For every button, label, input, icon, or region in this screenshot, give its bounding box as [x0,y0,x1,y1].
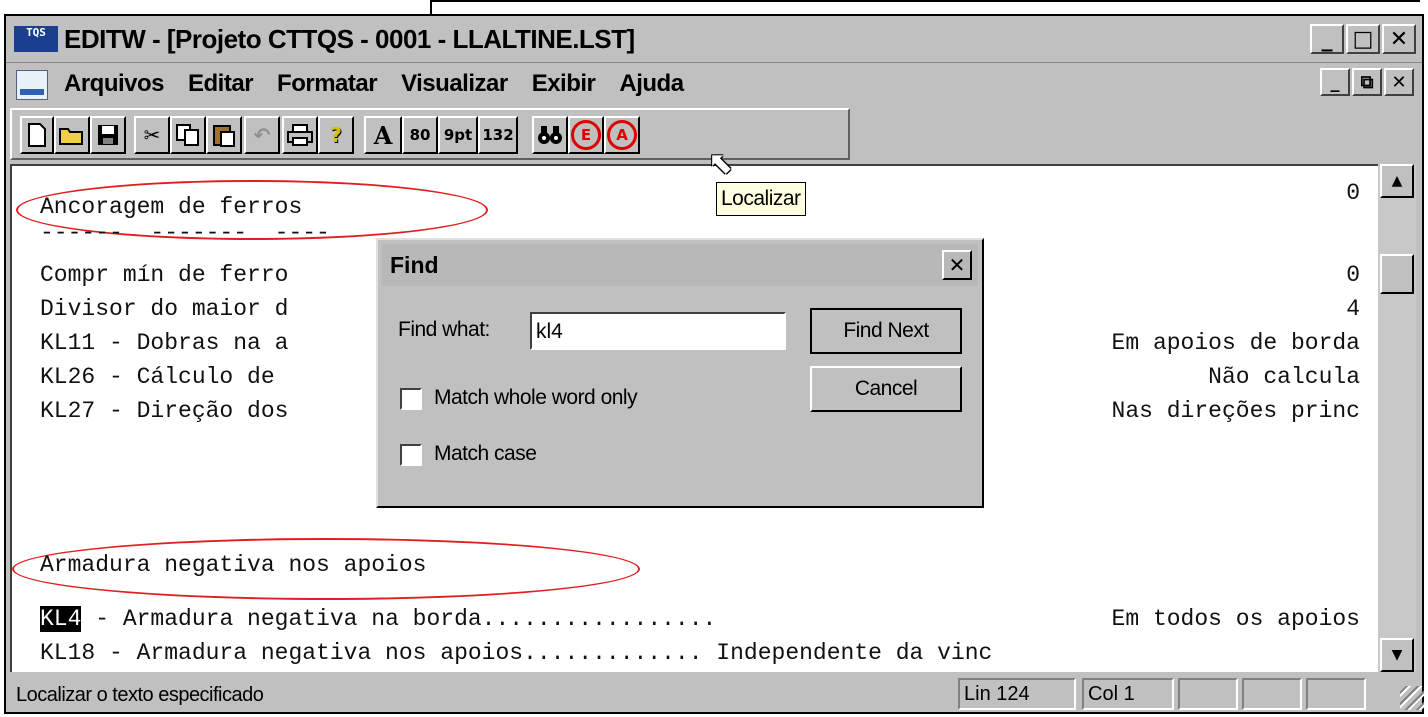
section-heading: Ancoragem de ferros [40,194,303,220]
app-icon-label: TQS [26,26,46,39]
search-highlight: KL4 [40,606,82,632]
doc-restore-button[interactable]: ⧉ [1352,68,1382,96]
help-button[interactable]: ? [318,116,354,154]
cancel-button[interactable]: Cancel [810,366,962,412]
find-dialog: Find ✕ Find what: kl4 Find Next Cancel M… [376,238,984,508]
copy-icon [176,124,199,146]
match-whole-word-label[interactable]: Match whole word only [434,386,638,410]
save-icon [98,125,118,145]
save-button[interactable] [90,116,126,154]
value-text: 4 [1346,296,1360,322]
vertical-scrollbar[interactable]: ▲ ▼ [1378,164,1416,672]
open-icon [59,128,83,145]
text-line: Compr mín de ferro [40,262,289,288]
status-bar: Localizar o texto especificado Lin 124 C… [10,676,1426,712]
match-case-label[interactable]: Match case [434,442,537,466]
e-button[interactable]: E [568,116,604,154]
paste-button[interactable] [206,116,242,154]
binoculars-icon [538,126,562,144]
print-button[interactable] [282,116,318,154]
status-line: Lin 124 [958,678,1076,710]
text-line-kl4: KL4 - Armadura negativa na borda........… [40,606,716,632]
value-text: 0 [1346,180,1360,206]
value-text: Não calcula [1208,364,1360,390]
tooltip: Localizar [716,182,806,216]
undo-icon: ↶ [253,123,271,147]
status-message: Localizar o texto especificado [16,684,264,706]
new-icon [28,123,46,147]
arrow-up-icon: ▲ [1391,173,1403,189]
cut-icon: ✂ [143,123,161,147]
menu-formatar[interactable]: Formatar [277,70,378,98]
font9pt-button[interactable]: 9pt [438,116,478,154]
scroll-down-button[interactable]: ▼ [1380,638,1414,672]
dialog-title: Find [390,252,439,278]
resize-grip[interactable] [1400,686,1424,710]
arrow-down-icon: ▼ [1391,647,1403,663]
match-whole-word-checkbox[interactable] [400,388,422,410]
value-text: Nas direções princ [1111,398,1360,424]
status-panel [1306,678,1366,710]
menu-exibir[interactable]: Exibir [532,70,596,98]
status-panel [1242,678,1302,710]
scroll-thumb[interactable] [1380,254,1414,294]
mouse-cursor-icon: ⬉ [708,146,734,181]
paste-icon [213,125,235,147]
open-button[interactable] [54,116,90,154]
col132-button[interactable]: 132 [478,116,518,154]
section-heading: Armadura negativa nos apoios [40,552,427,578]
text-line: KL11 - Dobras na a [40,330,289,356]
menu-editar[interactable]: Editar [188,70,254,98]
status-column: Col 1 [1082,678,1174,710]
background-window-edge [430,0,1420,14]
menu-arquivos[interactable]: Arquivos [64,70,165,98]
menu-ajuda[interactable]: Ajuda [619,70,684,98]
doc-minimize-button[interactable]: _ [1320,68,1350,96]
doc-close-button[interactable]: ✕ [1384,68,1414,96]
match-case-checkbox[interactable] [400,444,422,466]
app-icon[interactable]: TQS [14,26,58,52]
title-bar[interactable]: TQS EDITW - [Projeto CTTQS - 0001 - LLAL… [6,16,1422,63]
copy-button[interactable] [170,116,206,154]
find-what-label: Find what: [398,318,490,341]
status-panel [1178,678,1238,710]
window-title: EDITW - [Projeto CTTQS - 0001 - LLALTINE… [64,24,635,54]
value-text: Em todos os apoios [1111,606,1360,632]
text-line: KL18 - Armadura negativa nos apoios.....… [40,640,993,666]
close-icon: ✕ [948,253,966,277]
dialog-close-button[interactable]: ✕ [942,250,972,280]
find-what-input[interactable]: kl4 [530,312,786,350]
a-circle-icon: A [607,120,637,150]
undo-button[interactable]: ↶ [244,116,280,154]
find-next-button[interactable]: Find Next [810,308,962,354]
menu-bar: Arquivos Editar Formatar Visualizar Exib… [6,62,1422,106]
value-text: 0 [1346,262,1360,288]
cut-button[interactable]: ✂ [134,116,170,154]
text-line: KL27 - Direção dos [40,398,289,424]
e-circle-icon: E [571,120,601,150]
kl4-description: - Armadura negativa na borda............… [81,606,717,632]
find-button[interactable] [532,116,568,154]
new-button[interactable] [20,116,54,154]
minimize-button[interactable]: _ [1310,24,1344,54]
heading-underline: ------ ------- ---- [40,220,330,246]
a-button[interactable]: A [604,116,640,154]
text-line: Divisor do maior d [40,296,289,322]
print-icon [287,124,313,146]
help-icon: ? [330,123,342,147]
close-button[interactable]: ✕ [1382,24,1416,54]
dialog-title-bar[interactable]: Find ✕ [382,244,978,286]
text-line: KL26 - Cálculo de [40,364,275,390]
col80-button[interactable]: 80 [402,116,438,154]
maximize-button[interactable]: □ [1346,24,1380,54]
font-button[interactable]: A [364,116,402,154]
menu-visualizar[interactable]: Visualizar [401,70,508,98]
value-text: Em apoios de borda [1111,330,1360,356]
document-icon[interactable] [16,70,48,100]
scroll-up-button[interactable]: ▲ [1380,164,1414,198]
